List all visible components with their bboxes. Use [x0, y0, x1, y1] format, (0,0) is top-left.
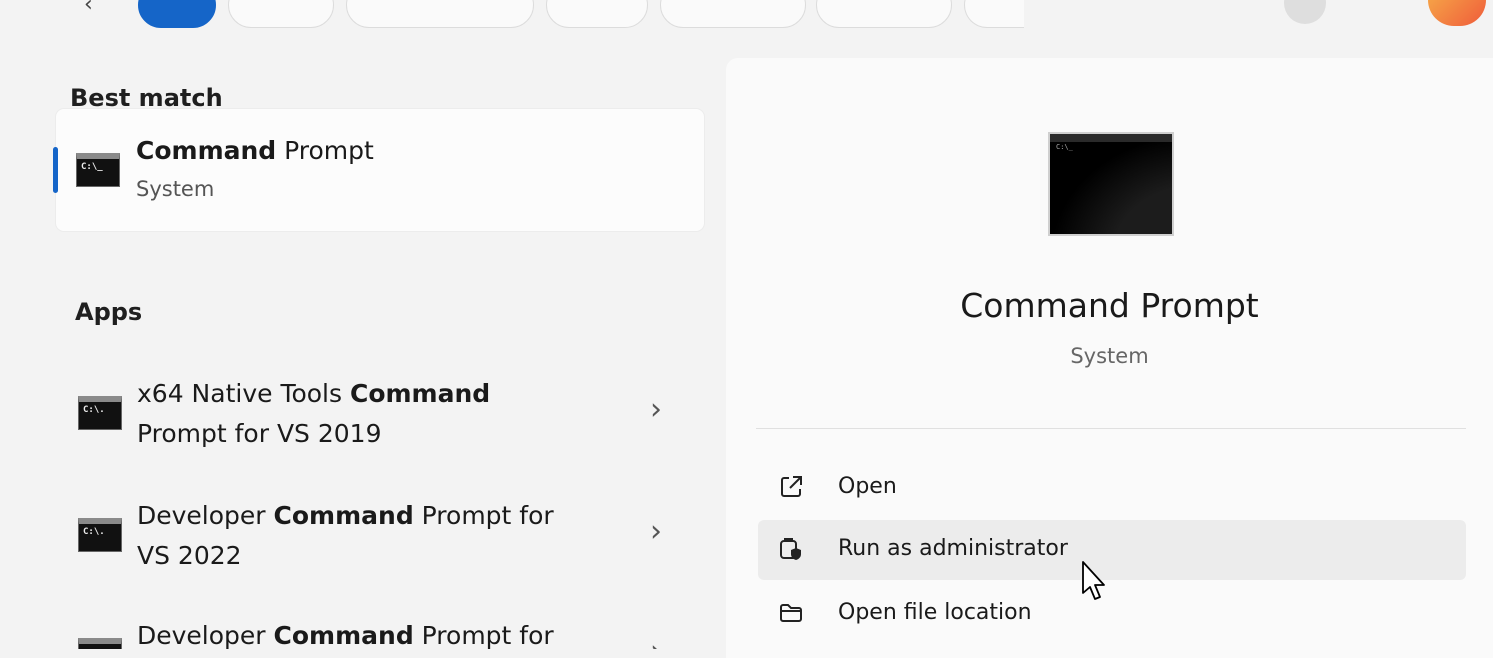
- run-as-administrator-label: Run as administrator: [838, 536, 1068, 561]
- app-item-title: Developer Command Prompt for: [137, 621, 554, 649]
- command-prompt-icon: C:\.: [78, 396, 122, 430]
- app-item-title-line2: Prompt for VS 2019: [137, 419, 382, 448]
- more-options-button[interactable]: [1284, 0, 1326, 24]
- best-match-heading: Best match: [70, 84, 223, 112]
- open-label: Open: [838, 474, 897, 499]
- app-item-title: Developer Command Prompt for: [137, 501, 554, 530]
- app-item-developer-cmd-2022[interactable]: C:\. Developer Command Prompt for VS 202…: [56, 492, 704, 584]
- app-item-title-line2: VS 2022: [137, 541, 242, 570]
- folder-icon: [780, 604, 802, 622]
- command-prompt-icon: C:\.: [78, 518, 122, 552]
- filter-chip-all[interactable]: [138, 0, 216, 28]
- open-action[interactable]: Open: [758, 458, 1466, 518]
- chevron-right-icon[interactable]: ›: [650, 514, 662, 549]
- command-prompt-large-icon: C:\_: [1048, 132, 1174, 236]
- app-item-title: x64 Native Tools Command: [137, 379, 491, 408]
- chevron-right-icon[interactable]: ›: [650, 634, 662, 649]
- open-external-icon: [781, 476, 802, 497]
- mouse-cursor-icon: [1082, 561, 1105, 600]
- best-match-result[interactable]: C:\_ Command Prompt System: [53, 109, 704, 231]
- best-match-title: Command Prompt: [136, 136, 374, 165]
- filter-chip-web[interactable]: [546, 0, 648, 28]
- app-item-developer-cmd[interactable]: Developer Command Prompt for ›: [56, 612, 704, 649]
- preview-subtitle: System: [1070, 344, 1149, 368]
- open-file-location-label: Open file location: [838, 600, 1032, 625]
- app-item-x64-native-tools[interactable]: C:\. x64 Native Tools Command Prompt for…: [56, 370, 704, 462]
- chevron-right-icon[interactable]: ›: [650, 392, 662, 427]
- preview-title: Command Prompt: [960, 286, 1259, 325]
- best-match-subtitle: System: [136, 177, 215, 201]
- filter-chip-people[interactable]: [816, 0, 952, 28]
- shield-admin-icon: [780, 538, 801, 560]
- filter-chip-more[interactable]: [964, 0, 1024, 28]
- divider: [756, 428, 1466, 429]
- filter-chip-documents[interactable]: [346, 0, 534, 28]
- preview-pane: C:\_ Command Prompt System Open Run as a…: [726, 58, 1493, 658]
- filter-chip-apps[interactable]: [228, 0, 334, 28]
- run-as-administrator-action[interactable]: Run as administrator: [758, 520, 1466, 580]
- apps-heading: Apps: [75, 298, 143, 326]
- filter-chip-settings[interactable]: [660, 0, 806, 28]
- selection-indicator: [53, 147, 58, 193]
- open-file-location-action[interactable]: Open file location: [758, 584, 1466, 644]
- filter-bar: ‹: [0, 0, 1493, 34]
- command-prompt-icon: [78, 638, 122, 649]
- avatar[interactable]: [1428, 0, 1486, 26]
- back-arrow-icon[interactable]: ‹: [84, 0, 93, 17]
- command-prompt-icon: C:\_: [76, 153, 120, 187]
